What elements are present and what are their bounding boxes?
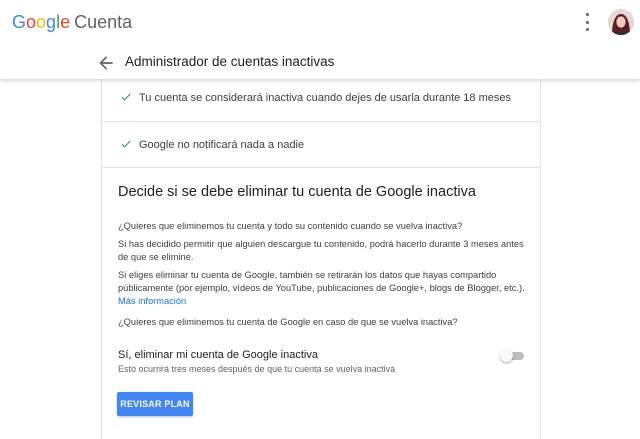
wordmark-letter: g [46, 12, 57, 32]
inactive-account-card: Tu cuenta se considerará inactiva cuando… [101, 79, 541, 439]
wordmark-letter: G [12, 12, 27, 32]
confirm-question: ¿Quieres que eliminemos tu cuenta de Goo… [118, 317, 458, 327]
summary-row-inactivity[interactable]: Tu cuenta se considerará inactiva cuando… [102, 79, 540, 122]
wordmark-letter: o [26, 12, 37, 32]
check-icon [121, 93, 131, 101]
product-name: Cuenta [74, 12, 133, 32]
download-info: Si has decidido permitir que alguien des… [118, 239, 524, 262]
page-title: Administrador de cuentas inactivas [125, 54, 335, 69]
toggle-thumb [500, 349, 513, 362]
toggle-description: Esto ocurrirá tres meses después de que … [118, 364, 396, 374]
review-plan-button[interactable]: REVISAR PLAN [117, 392, 193, 416]
summary-text: Google no notificará nada a nadie [139, 139, 305, 151]
page-header: Administrador de cuentas inactivas [0, 46, 640, 79]
summary-text: Tu cuenta se considerará inactiva cuando… [139, 92, 511, 104]
shared-data-text: Si eliges eliminar tu cuenta de Google, … [118, 270, 525, 293]
shared-data-info: Si eliges eliminar tu cuenta de Google, … [118, 269, 528, 308]
check-icon [121, 140, 131, 148]
summary-row-notifications[interactable]: Google no notificará nada a nadie [102, 121, 540, 168]
wordmark-letter: o [36, 12, 47, 32]
section-title: Decide si se debe eliminar tu cuenta de … [118, 184, 476, 200]
more-vert-icon[interactable] [580, 12, 594, 32]
account-avatar[interactable] [608, 9, 634, 35]
google-account-logo[interactable]: Google Cuenta [12, 12, 132, 33]
google-wordmark: Google [12, 12, 70, 32]
wordmark-letter: e [60, 12, 71, 32]
more-info-link[interactable]: Más información [118, 296, 186, 306]
toggle-label: Sí, eliminar mi cuenta de Google inactiv… [118, 349, 318, 361]
delete-account-toggle[interactable] [500, 349, 526, 363]
delete-question: ¿Quieres que eliminemos tu cuenta y todo… [118, 221, 463, 231]
app-bar: Google Cuenta [0, 0, 640, 46]
arrow-back-icon[interactable] [96, 53, 116, 73]
avatar-image [608, 9, 634, 35]
